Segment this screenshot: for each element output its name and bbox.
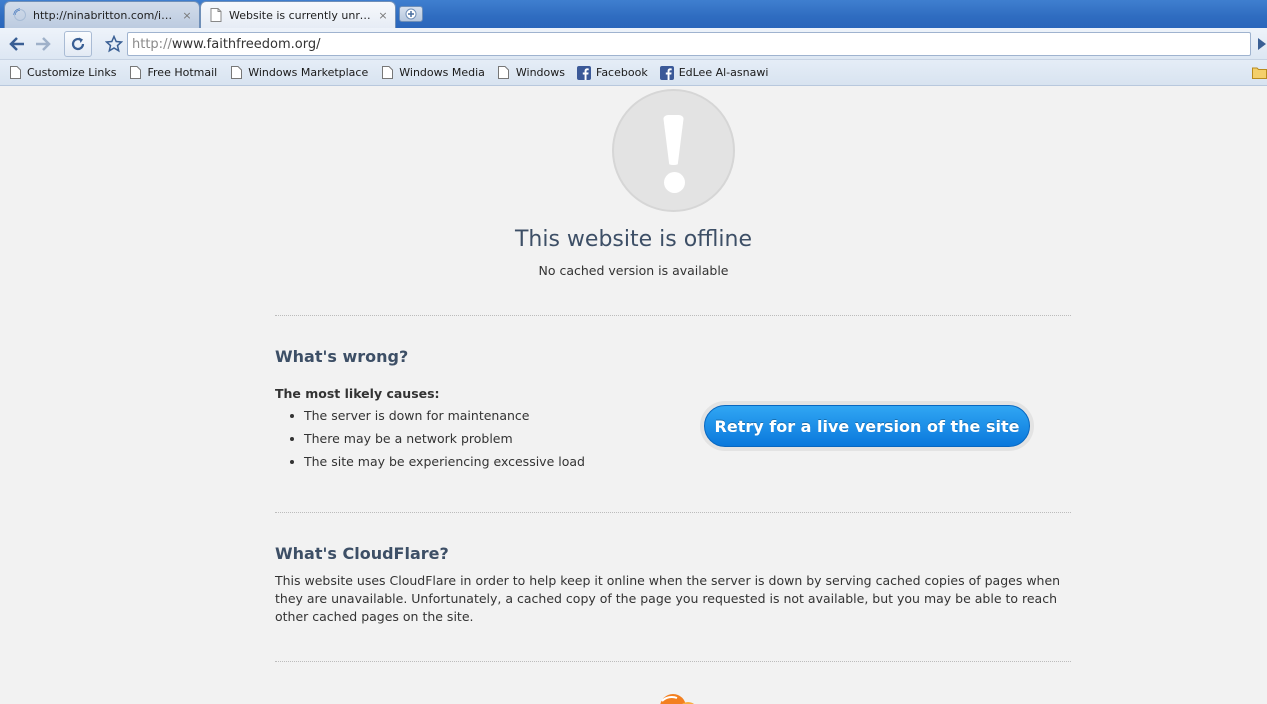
bookmark-label: Windows Marketplace <box>248 66 369 79</box>
bookmark-windows[interactable]: Windows <box>493 62 569 84</box>
page-content: This website is offline No cached versio… <box>0 87 1267 704</box>
bookmark-label: Windows <box>515 66 565 79</box>
tab-close-icon[interactable]: × <box>179 9 195 22</box>
page-title: This website is offline <box>514 227 753 252</box>
bookmark-label: Customize Links <box>27 66 117 79</box>
address-bar[interactable]: http://www.faithfreedom.org/ <box>127 32 1251 56</box>
whats-wrong-heading: What's wrong? <box>275 347 409 366</box>
loading-spinner-icon <box>13 8 27 22</box>
bookmark-label: Free Hotmail <box>147 66 218 79</box>
cloudflare-description: This website uses CloudFlare in order to… <box>275 573 1061 624</box>
star-icon <box>105 35 123 53</box>
bookmark-windows-marketplace[interactable]: Windows Marketplace <box>225 62 372 84</box>
section-divider <box>275 512 1071 513</box>
new-tab-button[interactable] <box>399 6 423 22</box>
facebook-icon <box>577 65 591 80</box>
forward-button[interactable] <box>30 31 56 57</box>
url-scheme: http:// <box>132 36 172 52</box>
bookmarks-bar: Customize Links Free Hotmail Windows Mar… <box>0 60 1267 86</box>
page-subtitle: No cached version is available <box>538 263 729 278</box>
tab-title: http://ninabritton.com/ima... <box>33 8 179 22</box>
causes-title: The most likely causes: <box>275 386 440 401</box>
cause-item: There may be a network problem <box>288 430 585 453</box>
plus-icon <box>405 8 417 20</box>
forward-arrow-icon <box>36 37 51 51</box>
bookmark-label: Facebook <box>596 66 648 79</box>
page-icon <box>229 66 243 80</box>
tab-close-icon[interactable]: × <box>375 9 391 22</box>
retry-button-frame: Retry for a live version of the site <box>700 401 1034 451</box>
reload-icon <box>71 37 85 51</box>
tab-ninabritton[interactable]: http://ninabritton.com/ima... × <box>4 1 200 28</box>
whats-cloudflare-heading: What's CloudFlare? <box>275 544 449 563</box>
page-icon <box>8 66 22 80</box>
exclamation-dot <box>664 172 685 193</box>
bookmark-star-button[interactable] <box>101 31 127 57</box>
reload-button[interactable] <box>64 31 92 57</box>
bookmark-windows-media[interactable]: Windows Media <box>376 62 489 84</box>
back-button[interactable] <box>4 31 30 57</box>
cloudflare-logo-icon[interactable] <box>640 687 710 704</box>
section-divider <box>275 661 1071 662</box>
exclamation-bar <box>663 115 684 165</box>
cause-item: The server is down for maintenance <box>288 407 585 430</box>
go-arrow-icon[interactable] <box>1258 38 1266 50</box>
bookmark-label: EdLee Al-asnawi <box>678 66 769 79</box>
bookmark-label: Windows Media <box>399 66 485 79</box>
back-arrow-icon <box>9 37 24 51</box>
section-divider <box>275 315 1071 316</box>
bookmark-facebook[interactable]: Facebook <box>573 62 652 84</box>
page-icon <box>129 66 143 80</box>
causes-list: The server is down for maintenance There… <box>288 407 585 476</box>
url-host: www.faithfreedom.org/ <box>171 36 321 52</box>
alert-exclamation-icon <box>612 89 735 212</box>
toolbar: http://www.faithfreedom.org/ <box>0 28 1267 60</box>
retry-button[interactable]: Retry for a live version of the site <box>704 405 1030 447</box>
bookmark-customize-links[interactable]: Customize Links <box>4 62 121 84</box>
facebook-icon <box>659 65 674 80</box>
cause-item: The site may be experiencing excessive l… <box>288 453 585 476</box>
bookmark-edlee-al-asnawi[interactable]: EdLee Al-asnawi <box>656 62 773 84</box>
page-icon <box>209 8 223 22</box>
tab-strip: http://ninabritton.com/ima... × Website … <box>0 0 1267 28</box>
bookmark-free-hotmail[interactable]: Free Hotmail <box>125 62 222 84</box>
other-bookmarks-folder-icon[interactable] <box>1252 66 1267 79</box>
page-icon <box>380 66 394 80</box>
tab-title: Website is currently unreac... <box>229 8 375 22</box>
tab-website-unreachable[interactable]: Website is currently unreac... × <box>200 1 396 28</box>
page-icon <box>497 66 511 80</box>
